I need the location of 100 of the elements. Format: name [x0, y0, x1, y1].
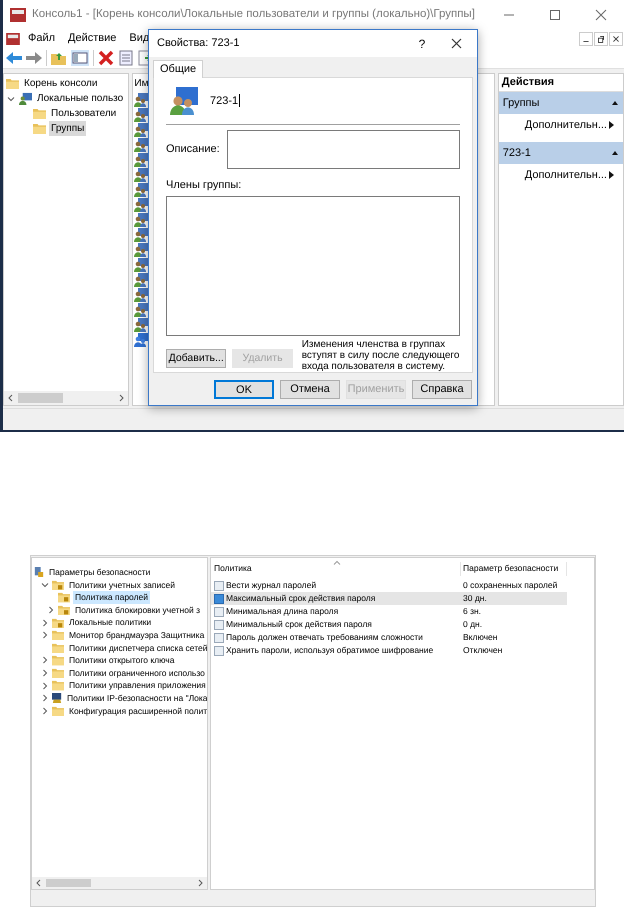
scroll-right-icon — [196, 879, 204, 887]
folder-icon — [52, 706, 64, 716]
table-cell-text: 30 дн. — [462, 592, 487, 605]
action-item[interactable]: Дополнительн... — [498, 164, 623, 186]
table-cell: Минимальная длина пароля — [226, 605, 338, 618]
table-cell: Минимальный срок действия пароля — [226, 618, 372, 631]
group-icon — [134, 258, 148, 272]
tree-item[interactable]: Группы — [49, 121, 86, 136]
menu-item[interactable]: Файл — [28, 30, 56, 47]
folder-icon — [33, 108, 46, 120]
tree-item[interactable]: Параметры безопасности — [47, 566, 152, 579]
group-icon — [134, 302, 148, 316]
horizontal-scrollbar[interactable] — [32, 877, 207, 889]
table-row[interactable]: Минимальная длина пароля 6 зн. — [211, 605, 567, 618]
folder-icon — [52, 630, 64, 640]
column-header[interactable]: Параметр безопасности — [461, 562, 567, 576]
folder-icon — [52, 642, 64, 654]
tab[interactable]: Общие — [153, 60, 204, 78]
scroll-left-icon — [7, 394, 15, 402]
table-row[interactable]: Пароль должен отвечать требованиям сложности Включен — [211, 631, 567, 644]
locked-folder-icon — [58, 592, 70, 603]
tree-item[interactable]: Политики открытого ключа — [67, 654, 176, 667]
group-icon — [134, 318, 148, 332]
computer-shield-icon — [52, 693, 62, 704]
collapse-triangle-icon — [611, 149, 619, 157]
table-row[interactable]: Минимальный срок действия пароля 0 дн. — [211, 618, 567, 631]
mdi-restore-button[interactable] — [594, 32, 608, 46]
dialog-title: Свойства: 723-1 — [157, 36, 241, 52]
add-button[interactable]: Добавить... — [166, 348, 226, 368]
group-icon — [134, 108, 148, 122]
tree-item[interactable]: Корень консоли — [22, 76, 100, 91]
folder-icon — [6, 78, 19, 90]
action-item[interactable]: Дополнительн... — [498, 114, 623, 136]
folder-icon — [33, 122, 46, 134]
table-row[interactable]: Максимальный срок действия пароля 30 дн. — [211, 592, 567, 605]
tree-item[interactable]: Политика блокировки учетной з — [73, 604, 202, 616]
group-icon — [134, 152, 148, 166]
column-header[interactable]: Политика — [211, 562, 461, 576]
tree-item[interactable]: Конфигурация расширенной полит — [67, 704, 207, 718]
table-cell-text: 0 сохраненных паролей — [462, 579, 558, 592]
up-folder-button[interactable] — [51, 50, 67, 64]
mdi-minimize-button[interactable] — [579, 32, 593, 46]
dialog-button[interactable]: Справка — [412, 380, 472, 399]
table-cell: Вести журнал паролей — [226, 579, 316, 592]
table-cell: Максимальный срок действия пароля — [226, 592, 376, 605]
folder-icon — [52, 668, 64, 678]
scroll-right-icon — [117, 394, 126, 402]
members-label: Члены группы: — [166, 178, 242, 193]
properties-button[interactable] — [118, 50, 134, 66]
tree-item[interactable]: Локальные пользо — [35, 91, 126, 106]
group-icon — [134, 168, 148, 182]
delete-button[interactable] — [98, 50, 114, 66]
group-icon — [134, 182, 148, 196]
console-icon — [10, 8, 26, 22]
table-row[interactable]: Вести журнал паролей 0 сохраненных паролей — [211, 579, 567, 592]
tree-item[interactable]: Локальные политики — [67, 616, 154, 629]
window-title: Консоль1 - [Корень консоли\Локальные пользователи и группы (локально)\Группы] — [32, 7, 476, 22]
horizontal-scrollbar[interactable] — [4, 391, 128, 405]
folder-icon — [52, 655, 64, 666]
tree-item[interactable]: Политики диспетчера списка сетей — [67, 642, 207, 654]
description-label: Описание: — [166, 142, 221, 157]
group-icon — [134, 272, 148, 286]
expand-triangle-icon — [607, 171, 615, 179]
computer-lock-icon — [34, 567, 44, 578]
table-cell: Хранить пароли, используя обратимое шифрование — [226, 644, 434, 657]
table-row[interactable]: Хранить пароли, используя обратимое шифрование Отключен — [211, 644, 567, 657]
description-field[interactable] — [227, 130, 460, 169]
tree-item[interactable]: Пользователи — [49, 106, 118, 121]
sort-caret-icon — [333, 560, 341, 565]
tree-item[interactable]: Политика паролей — [73, 591, 150, 604]
mdi-close-button[interactable] — [609, 32, 623, 46]
tree-item[interactable]: Политики учетных записей — [67, 578, 177, 592]
group-icon — [134, 138, 148, 152]
help-button[interactable]: ? — [407, 30, 437, 57]
back-button[interactable] — [6, 50, 22, 64]
menu-item[interactable]: Действие — [68, 30, 116, 47]
group-icon — [134, 228, 148, 242]
forward-button[interactable] — [26, 50, 42, 64]
console-icon — [6, 32, 20, 44]
dialog-button[interactable]: Отмена — [280, 380, 340, 399]
column-header[interactable]: Им — [134, 76, 148, 90]
expand-triangle-icon — [607, 121, 615, 129]
members-list[interactable] — [166, 196, 460, 336]
section-header[interactable]: 723-1 — [498, 142, 623, 164]
tree-item[interactable]: Монитор брандмауэра Защитника — [67, 628, 206, 642]
collapse-triangle-icon — [611, 99, 619, 107]
section-header[interactable]: Группы — [498, 92, 623, 114]
show-tree-button[interactable] — [71, 50, 89, 66]
name-field[interactable]: 723-1 — [210, 92, 240, 110]
table-cell-text: Включен — [462, 631, 498, 644]
tree-item[interactable]: Политики управления приложения — [67, 679, 207, 692]
group-icon — [134, 122, 148, 136]
group-icon — [134, 198, 148, 212]
table-cell: Пароль должен отвечать требованиям сложности — [226, 631, 423, 644]
dialog-button[interactable]: OK — [214, 380, 274, 399]
group-icon — [170, 86, 198, 115]
table-cell-text: Отключен — [462, 644, 502, 657]
folder-icon — [52, 680, 64, 691]
computer-users-icon — [19, 92, 32, 105]
tree-item[interactable]: Политики ограниченного использо — [67, 666, 207, 680]
